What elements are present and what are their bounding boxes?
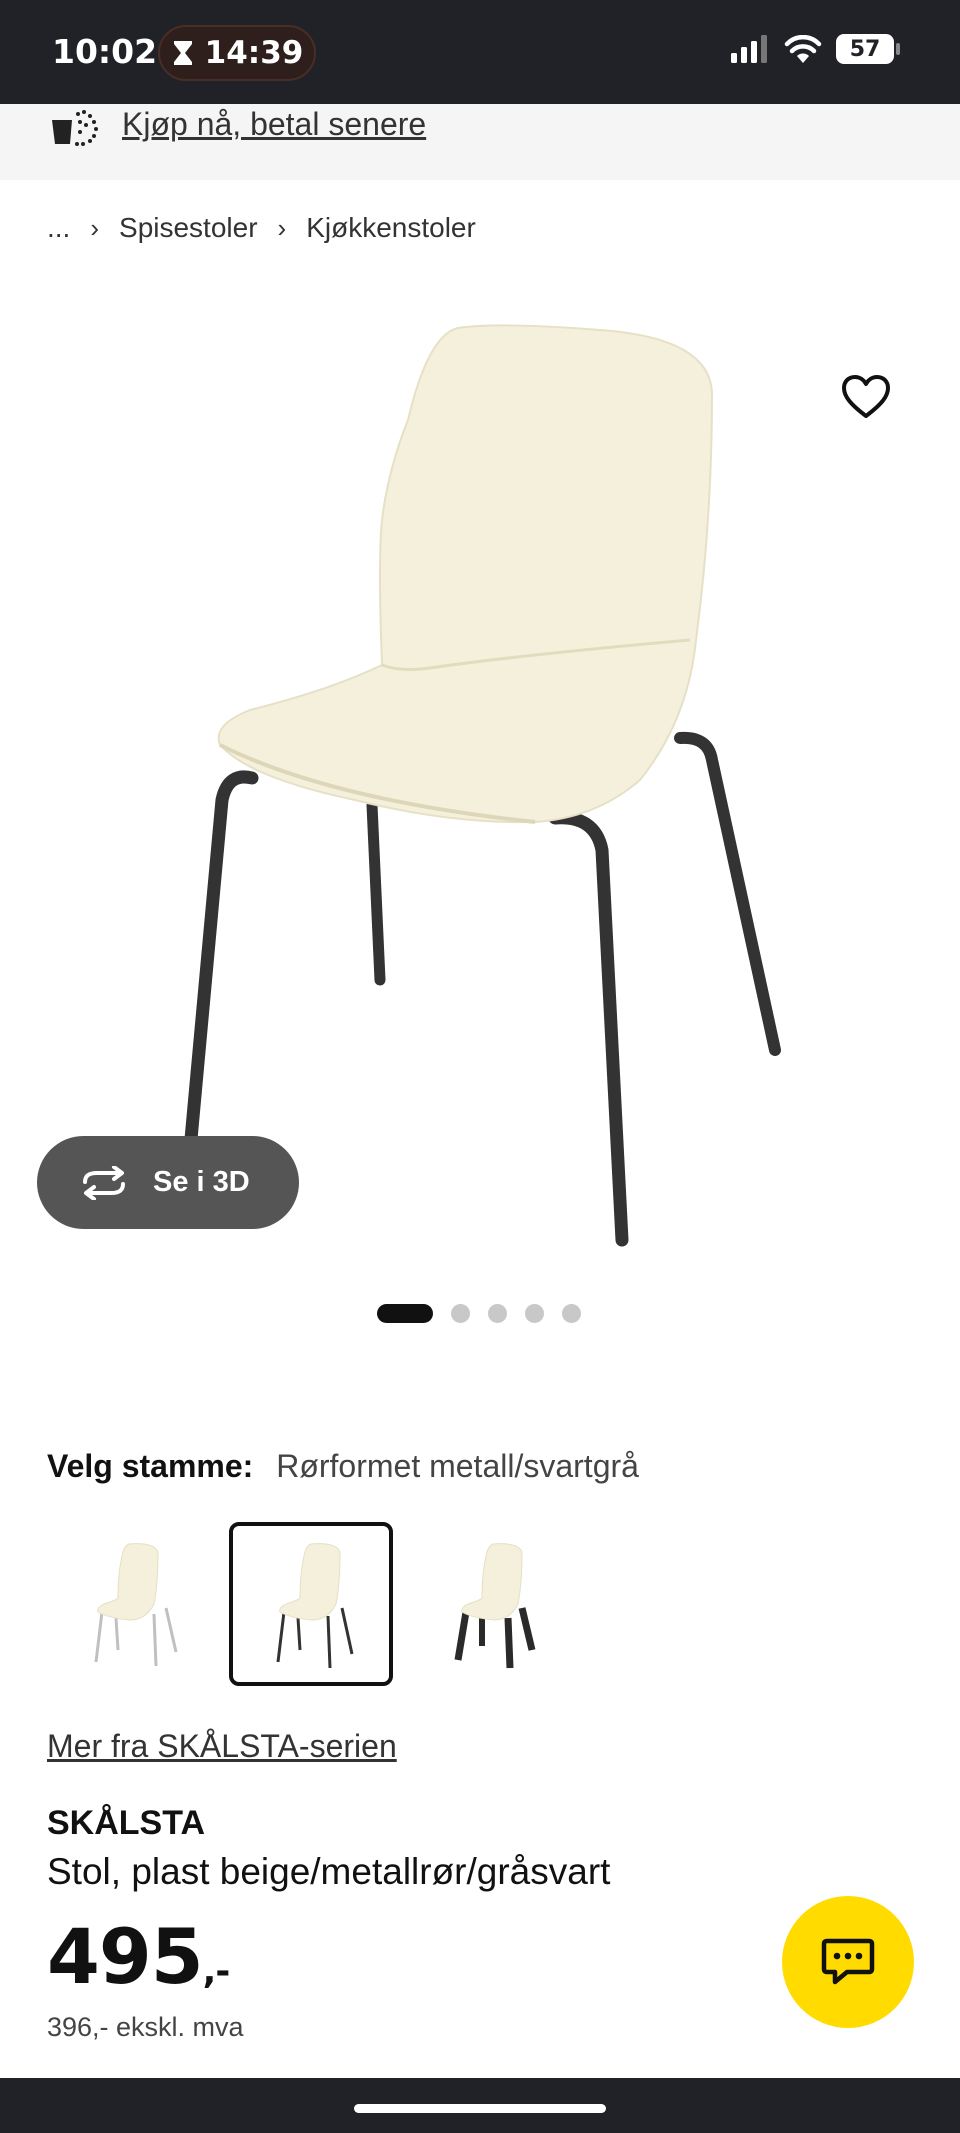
wifi-icon xyxy=(784,35,822,63)
series-link[interactable]: Mer fra SKÅLSTA-serien xyxy=(47,1728,397,1765)
price-ex-vat: 396,- ekskl. mva xyxy=(47,2012,244,2042)
chevron-right-icon: › xyxy=(277,212,287,243)
timer-pill[interactable]: 14:39 xyxy=(158,25,316,81)
breadcrumb-ellipsis[interactable]: ... xyxy=(47,212,70,244)
bag-icon xyxy=(52,110,98,146)
variant-thumbnails xyxy=(47,1522,575,1686)
product-image[interactable] xyxy=(0,250,960,1260)
price-amount: 495 xyxy=(47,1912,204,2001)
gallery-pagination xyxy=(377,1304,581,1323)
price-suffix: ,- xyxy=(202,1951,231,1992)
chair-thumbnail xyxy=(94,1543,178,1667)
variant-label: Velg stamme: Rørformet metall/svartgrå xyxy=(47,1448,639,1485)
view-3d-button[interactable]: Se i 3D xyxy=(37,1136,299,1229)
battery-indicator: 57 xyxy=(836,34,900,64)
chair-thumbnail xyxy=(276,1543,354,1669)
hourglass-icon xyxy=(173,41,192,65)
pagination-dot[interactable] xyxy=(562,1304,581,1323)
product-name: SKÅLSTA xyxy=(47,1804,206,1842)
product-description: Stol, plast beige/metallrør/gråsvart xyxy=(47,1851,611,1892)
signal-icon xyxy=(731,35,767,63)
view-3d-label: Se i 3D xyxy=(153,1166,250,1198)
product-price: 495,- xyxy=(47,1912,231,2001)
status-bar: 10:02 14:39 57 xyxy=(0,0,960,104)
chevron-right-icon: › xyxy=(90,212,100,243)
heart-icon[interactable] xyxy=(840,372,892,424)
timer-text: 14:39 xyxy=(204,35,304,71)
breadcrumb-item-dining-chairs[interactable]: Spisestoler xyxy=(119,212,258,244)
pagination-dot[interactable] xyxy=(451,1304,470,1323)
home-indicator[interactable] xyxy=(354,2104,606,2113)
pagination-dot[interactable] xyxy=(377,1304,433,1323)
chair-illustration xyxy=(183,324,781,1247)
pagination-dot[interactable] xyxy=(525,1304,544,1323)
chair-thumbnail xyxy=(454,1543,536,1669)
buy-now-pay-later-link[interactable]: Kjøp nå, betal senere xyxy=(122,104,426,144)
status-icons: 57 xyxy=(730,34,900,64)
chat-icon xyxy=(821,1938,875,1985)
variant-value: Rørformet metall/svartgrå xyxy=(276,1448,639,1484)
chat-button[interactable] xyxy=(782,1896,914,2028)
pagination-dot[interactable] xyxy=(488,1304,507,1323)
variant-thumb-light-legs[interactable] xyxy=(47,1522,211,1686)
variant-thumb-dark-solid-legs[interactable] xyxy=(411,1522,575,1686)
variant-thumb-dark-tube-legs[interactable] xyxy=(229,1522,393,1686)
breadcrumb: ... › Spisestoler › Kjøkkenstoler xyxy=(47,212,476,244)
promo-banner: Kjøp nå, betal senere xyxy=(0,104,960,180)
rotate-icon xyxy=(83,1165,125,1200)
variant-key: Velg stamme: xyxy=(47,1448,254,1484)
breadcrumb-item-kitchen-chairs[interactable]: Kjøkkenstoler xyxy=(306,212,476,244)
status-time: 10:02 xyxy=(52,32,158,71)
